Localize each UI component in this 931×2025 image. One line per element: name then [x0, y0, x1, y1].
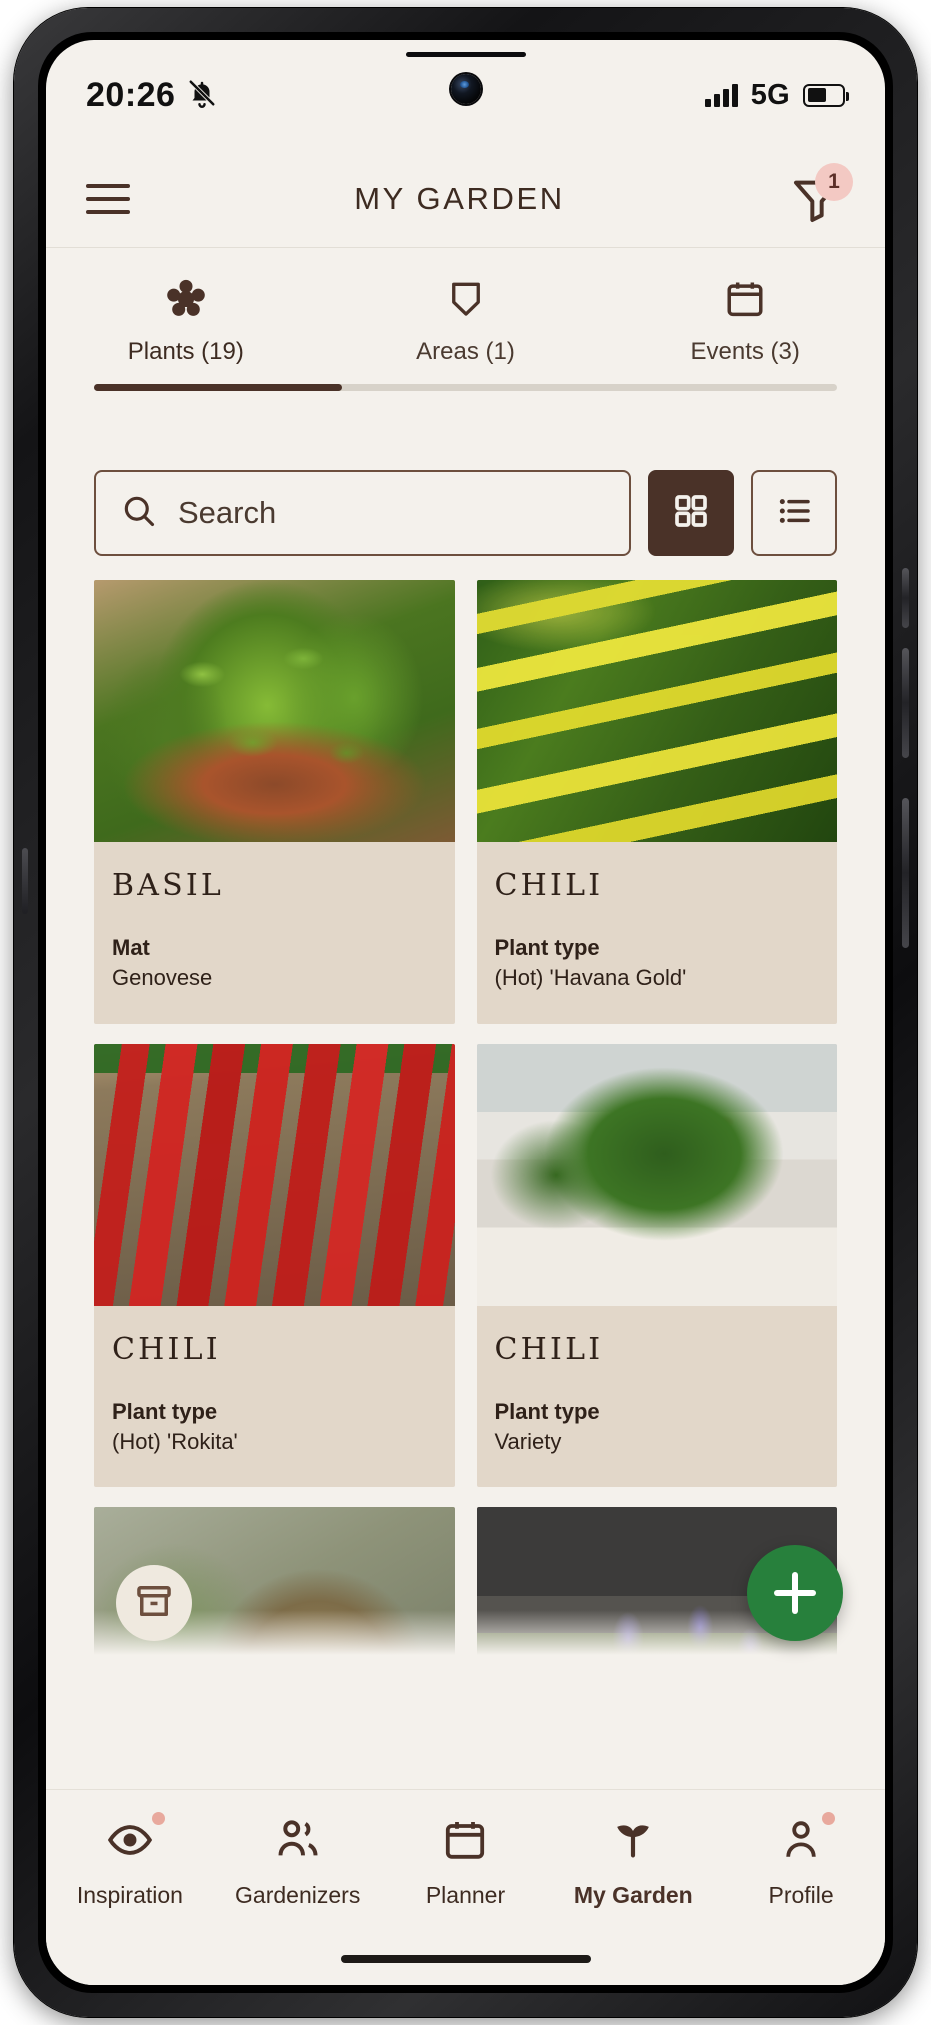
- grid-view-icon: [671, 491, 711, 536]
- phone-frame: 20:26 5G MY GARDEN 1 Plants (19) Areas (…: [14, 8, 917, 2017]
- filter-badge: 1: [815, 162, 853, 201]
- plant-card-body: BASIL Mat Genovese: [94, 842, 455, 1024]
- tab-plants-label: Plants (19): [127, 338, 244, 365]
- bottom-navigation: Inspiration Gardenizers Planner My Garde…: [46, 1789, 885, 1985]
- list-view-icon: [774, 491, 814, 536]
- tab-indicator: [94, 384, 837, 391]
- search-input[interactable]: Search: [94, 470, 631, 556]
- plant-card[interactable]: [94, 1507, 455, 1660]
- search-row: Search: [46, 470, 885, 556]
- plant-photo: [476, 580, 837, 842]
- person-icon: [777, 1812, 836, 1866]
- page-title: MY GARDEN: [354, 180, 565, 216]
- plant-card[interactable]: CHILI Plant type (Hot) 'Havana Gold': [476, 580, 838, 1024]
- plant-grid-scroll[interactable]: BASIL Mat Genovese CHILI Plant type (Hot…: [46, 580, 885, 1660]
- nav-item-my-garden[interactable]: My Garden: [549, 1814, 717, 1909]
- search-placeholder-text: Search: [178, 495, 277, 530]
- tab-areas[interactable]: Areas (1): [326, 248, 606, 384]
- list-view-button[interactable]: [751, 470, 837, 556]
- app-header: MY GARDEN 1: [46, 150, 885, 248]
- plant-card-body: CHILI Plant type (Hot) 'Havana Gold': [477, 842, 838, 1024]
- plant-photo: [94, 580, 455, 842]
- nav-item-gardenizers[interactable]: Gardenizers: [214, 1814, 382, 1909]
- status-bar-left: 20:26: [86, 76, 217, 115]
- plant-attr-value: Variety: [494, 1429, 562, 1455]
- power-button[interactable]: [902, 798, 909, 948]
- tab-plants[interactable]: Plants (19): [46, 248, 326, 384]
- notification-dot: [822, 1812, 836, 1825]
- people-icon: [273, 1814, 323, 1866]
- filter-funnel-icon: [789, 180, 845, 231]
- nav-item-profile[interactable]: Profile: [717, 1812, 885, 1909]
- plant-attr-value: Genovese: [112, 965, 213, 991]
- nav-label-my-garden: My Garden: [573, 1882, 693, 1908]
- home-indicator[interactable]: [340, 1955, 591, 1963]
- signal-bars-icon: [704, 83, 738, 107]
- plant-attr-label: Plant type: [112, 1398, 218, 1424]
- plant-attr-label: Plant type: [494, 1398, 600, 1424]
- plant-attr-value: (Hot) 'Rokita': [112, 1429, 238, 1455]
- bell-muted-icon: [187, 78, 217, 113]
- filter-button[interactable]: 1: [789, 162, 853, 227]
- plant-name: BASIL: [112, 868, 225, 903]
- plant-icon: [608, 1814, 658, 1866]
- nav-label-planner: Planner: [425, 1882, 506, 1908]
- plant-attr-label: Plant type: [494, 935, 600, 960]
- tab-events-label: Events (3): [690, 338, 800, 365]
- notification-dot: [151, 1812, 165, 1825]
- tab-bar: Plants (19) Areas (1) Events (3): [46, 248, 885, 391]
- battery-icon: [803, 83, 849, 107]
- grid-view-button[interactable]: [648, 470, 734, 556]
- phone-screen: 20:26 5G MY GARDEN 1 Plants (19) Areas (…: [46, 40, 885, 1985]
- phone-bezel: 20:26 5G MY GARDEN 1 Plants (19) Areas (…: [38, 32, 893, 1993]
- side-key-left[interactable]: [22, 848, 28, 914]
- calendar-icon: [723, 276, 767, 322]
- add-plant-fab[interactable]: [747, 1545, 843, 1641]
- tab-events[interactable]: Events (3): [605, 248, 885, 384]
- plant-photo: [94, 1507, 455, 1660]
- nav-label-gardenizers: Gardenizers: [235, 1882, 361, 1908]
- earpiece-speaker: [405, 52, 526, 57]
- plant-card-body: CHILI Plant type Variety: [477, 1306, 838, 1488]
- plant-name: CHILI: [112, 1331, 221, 1367]
- screenshot-stage: 20:26 5G MY GARDEN 1 Plants (19) Areas (…: [0, 0, 931, 2025]
- network-type-label: 5G: [750, 78, 790, 111]
- tab-areas-label: Areas (1): [416, 338, 515, 365]
- plant-photo: [476, 1043, 837, 1306]
- nav-label-profile: Profile: [768, 1882, 834, 1908]
- archived-badge: [116, 1565, 192, 1642]
- front-camera: [450, 74, 481, 104]
- plant-photo: [94, 1043, 455, 1306]
- nav-item-inspiration[interactable]: Inspiration: [46, 1812, 214, 1909]
- plant-name: CHILI: [494, 1331, 604, 1367]
- calendar-icon: [441, 1814, 489, 1866]
- archive-box-icon: [133, 1580, 175, 1627]
- volume-down-button[interactable]: [902, 648, 909, 758]
- volume-up-button[interactable]: [902, 568, 909, 628]
- hamburger-menu-icon[interactable]: [86, 183, 130, 214]
- plant-card-body: CHILI Plant type (Hot) 'Rokita': [94, 1306, 455, 1488]
- plant-card[interactable]: CHILI Plant type (Hot) 'Rokita': [94, 1043, 455, 1488]
- plant-card[interactable]: CHILI Plant type Variety: [476, 1043, 838, 1488]
- plant-name: CHILI: [494, 868, 604, 903]
- plant-attr-label: Mat: [112, 935, 150, 960]
- search-icon: [120, 492, 158, 535]
- flower-icon: [163, 276, 209, 322]
- eye-icon: [105, 1812, 165, 1866]
- nav-item-planner[interactable]: Planner: [382, 1814, 550, 1909]
- plant-card[interactable]: BASIL Mat Genovese: [94, 580, 455, 1024]
- status-clock: 20:26: [86, 75, 176, 114]
- nav-label-inspiration: Inspiration: [76, 1882, 183, 1908]
- plant-grid: BASIL Mat Genovese CHILI Plant type (Hot…: [94, 580, 837, 1660]
- shield-icon: [445, 276, 487, 322]
- status-bar-right: 5G: [704, 78, 849, 112]
- plant-attr-value: (Hot) 'Havana Gold': [494, 965, 687, 991]
